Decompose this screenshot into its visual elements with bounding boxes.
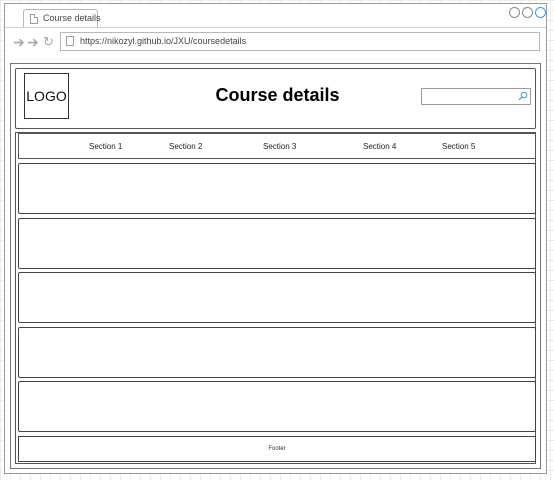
page-title: Course details bbox=[215, 85, 340, 105]
content-panel-5 bbox=[18, 381, 536, 432]
page-icon bbox=[30, 14, 38, 24]
nav-section-2[interactable]: Section 2 bbox=[169, 142, 202, 151]
search-input[interactable] bbox=[424, 90, 516, 103]
minimize-button[interactable] bbox=[509, 7, 520, 18]
arrow-right-icon[interactable]: ➔ bbox=[27, 35, 39, 49]
address-bar[interactable]: https://nikozyl.github.io/JXU/coursedeta… bbox=[60, 32, 540, 51]
nav-section-5[interactable]: Section 5 bbox=[442, 142, 475, 151]
arrow-left-icon[interactable]: ➔ bbox=[13, 35, 25, 49]
content-panel-2 bbox=[18, 218, 536, 269]
nav-section-1[interactable]: Section 1 bbox=[89, 142, 122, 151]
nav-section-3[interactable]: Section 3 bbox=[263, 142, 296, 151]
browser-tab[interactable]: Course details bbox=[23, 9, 101, 28]
tab-title: Course details bbox=[43, 13, 101, 23]
page-footer: Footer bbox=[18, 436, 536, 462]
close-button[interactable] bbox=[535, 7, 546, 18]
logo[interactable]: LOGO bbox=[24, 73, 69, 119]
nav-section-4[interactable]: Section 4 bbox=[363, 142, 396, 151]
content-panel-3 bbox=[18, 272, 536, 323]
titlebar-divider bbox=[5, 27, 546, 28]
maximize-button[interactable] bbox=[522, 7, 533, 18]
content-panel-1 bbox=[18, 163, 536, 214]
content-panel-4 bbox=[18, 327, 536, 378]
reload-icon[interactable]: ↻ bbox=[43, 35, 54, 49]
search-icon[interactable] bbox=[518, 91, 528, 101]
page-icon bbox=[66, 36, 74, 46]
url-text: https://nikozyl.github.io/JXU/coursedeta… bbox=[80, 36, 247, 46]
footer-text: Footer bbox=[268, 446, 286, 452]
search-field[interactable] bbox=[421, 88, 531, 105]
